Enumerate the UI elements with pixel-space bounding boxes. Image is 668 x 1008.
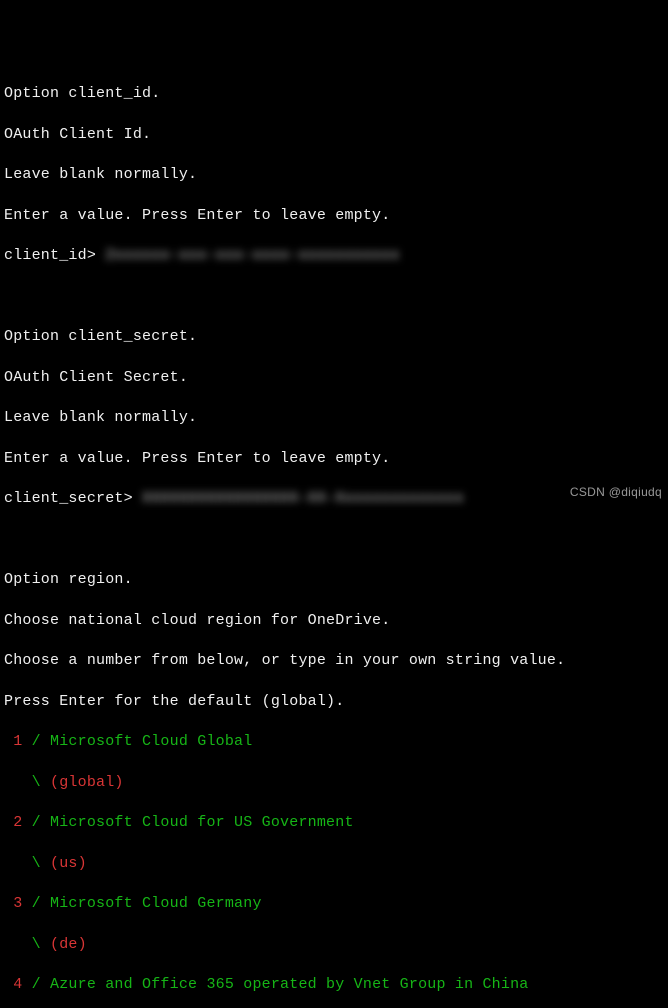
region-opt-2-label[interactable]: Microsoft Cloud for US Government (50, 814, 354, 831)
client-secret-desc: OAuth Client Secret. (4, 368, 664, 388)
region-opt-2-slash: / (22, 814, 50, 831)
client-secret-prompt[interactable]: client_secret> (4, 490, 142, 507)
region-opt-3-num: 3 (4, 895, 22, 912)
region-opt-3-code: (de) (50, 936, 87, 953)
client-secret-value: XXXXXXXXXXXXXXXXX-XX-Xxxxxxxxxxxxxx (142, 490, 464, 507)
region-opt-3-sub-slash: \ (4, 936, 50, 953)
client-secret-enter: Enter a value. Press Enter to leave empt… (4, 449, 664, 469)
watermark: CSDN @diqiudq (570, 484, 662, 500)
region-opt-1-slash: / (22, 733, 50, 750)
region-desc: Choose national cloud region for OneDriv… (4, 611, 664, 631)
client-id-enter: Enter a value. Press Enter to leave empt… (4, 206, 664, 226)
region-option-line: Option region. (4, 570, 664, 590)
region-opt-4-label[interactable]: Azure and Office 365 operated by Vnet Gr… (50, 976, 528, 993)
client-secret-option-line: Option client_secret. (4, 327, 664, 347)
client-id-desc: OAuth Client Id. (4, 125, 664, 145)
region-opt-2-code: (us) (50, 855, 87, 872)
client-secret-hint: Leave blank normally. (4, 408, 664, 428)
region-opt-3-slash: / (22, 895, 50, 912)
region-opt-2-sub-slash: \ (4, 855, 50, 872)
region-opt-1-label[interactable]: Microsoft Cloud Global (50, 733, 252, 750)
region-opt-4-num: 4 (4, 976, 22, 993)
region-choose: Choose a number from below, or type in y… (4, 651, 664, 671)
client-id-option-line: Option client_id. (4, 84, 664, 104)
region-default: Press Enter for the default (global). (4, 692, 664, 712)
region-opt-3-label[interactable]: Microsoft Cloud Germany (50, 895, 262, 912)
region-opt-1-code: (global) (50, 774, 124, 791)
region-opt-1-sub-slash: \ (4, 774, 50, 791)
client-id-hint: Leave blank normally. (4, 165, 664, 185)
client-id-prompt[interactable]: client_id> (4, 247, 105, 264)
region-opt-2-num: 2 (4, 814, 22, 831)
region-opt-1-num: 1 (4, 733, 22, 750)
region-opt-4-slash: / (22, 976, 50, 993)
client-id-value: 2xxxxxx-xxx-xxx-xxxx-xxxxxxxxxxx (105, 247, 399, 264)
